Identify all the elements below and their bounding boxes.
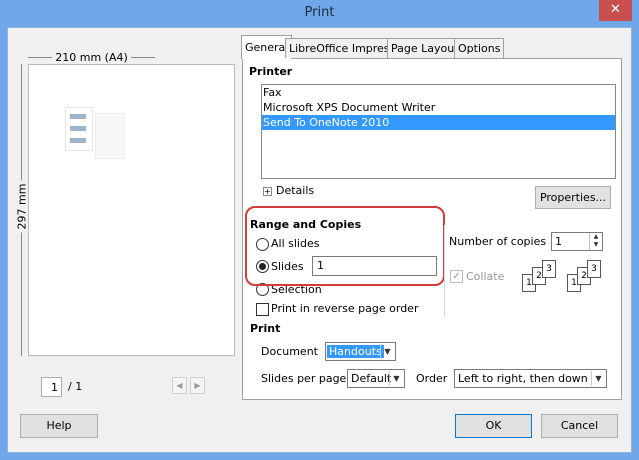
- print-dialog: Print ✕ 210 mm (A4) 297 mm / 1 ◀ ▶ Gener…: [0, 0, 639, 460]
- slides-per-page-value: Default: [351, 372, 392, 385]
- preview-width-dimension: 210 mm (A4): [28, 51, 155, 65]
- chevron-down-icon: ▼: [389, 371, 403, 386]
- preview-prev-button[interactable]: ◀: [172, 377, 187, 394]
- reverse-order-label: Print in reverse page order: [271, 302, 419, 315]
- expand-icon: +: [263, 186, 272, 196]
- copies-label: Number of copies: [449, 235, 547, 248]
- document-value: Handouts: [327, 345, 384, 358]
- preview-pager: / 1: [41, 377, 82, 397]
- printer-list[interactable]: Fax Microsoft XPS Document Writer Send T…: [261, 84, 616, 179]
- document-select[interactable]: Handouts ▼: [325, 342, 396, 361]
- ok-button[interactable]: OK: [455, 414, 532, 438]
- tab-page-layout[interactable]: Page Layout: [387, 38, 463, 58]
- collate-order-icon: 1 2 3: [522, 260, 556, 294]
- slides-per-page-label: Slides per page: [261, 372, 347, 385]
- document-label: Document: [261, 345, 318, 358]
- handout-thumbnail: [65, 107, 125, 159]
- title-bar[interactable]: Print ✕: [0, 0, 639, 27]
- collate-order-icon: 1 2 3: [567, 260, 601, 294]
- preview-page-total: / 1: [68, 380, 83, 393]
- preview-next-button[interactable]: ▶: [190, 377, 205, 394]
- order-value: Left to right, then down: [458, 372, 588, 385]
- details-expander[interactable]: + Details: [263, 184, 314, 197]
- range-highlight-ring: [245, 206, 445, 286]
- chevron-down-icon: ▼: [380, 344, 394, 359]
- window-title: Print: [304, 5, 335, 20]
- reverse-order-checkbox[interactable]: [256, 303, 269, 316]
- copies-value: 1: [555, 235, 562, 248]
- print-heading: Print: [250, 322, 281, 335]
- chevron-down-icon: ▼: [591, 371, 605, 386]
- order-select[interactable]: Left to right, then down ▼: [454, 369, 607, 388]
- range-divider: [444, 225, 445, 317]
- slides-per-page-select[interactable]: Default ▼: [347, 369, 405, 388]
- collate-checkbox[interactable]: ✓: [450, 270, 463, 283]
- cancel-button[interactable]: Cancel: [541, 414, 618, 438]
- close-button[interactable]: ✕: [599, 0, 632, 21]
- tab-libreoffice-impress[interactable]: LibreOffice Impress: [285, 38, 400, 58]
- copies-spinner[interactable]: 1 ▲ ▼: [551, 232, 603, 251]
- preview-width-label: 210 mm (A4): [52, 51, 131, 64]
- preview-height-dimension: 297 mm: [14, 64, 29, 356]
- spin-arrows-icon[interactable]: ▲ ▼: [589, 233, 602, 250]
- print-preview: [28, 64, 235, 356]
- preview-height-label: 297 mm: [15, 180, 29, 233]
- printer-item-xps[interactable]: Microsoft XPS Document Writer: [262, 100, 615, 115]
- printer-heading: Printer: [249, 65, 293, 78]
- printer-item-onenote[interactable]: Send To OneNote 2010: [262, 115, 615, 130]
- details-label: Details: [276, 184, 315, 197]
- order-label: Order: [416, 372, 448, 385]
- properties-button[interactable]: Properties...: [535, 186, 611, 209]
- printer-item-fax[interactable]: Fax: [262, 85, 615, 100]
- tab-options[interactable]: Options: [454, 38, 505, 58]
- collate-label: Collate: [466, 270, 505, 283]
- help-button[interactable]: Help: [20, 414, 98, 438]
- preview-page-input[interactable]: [41, 377, 62, 397]
